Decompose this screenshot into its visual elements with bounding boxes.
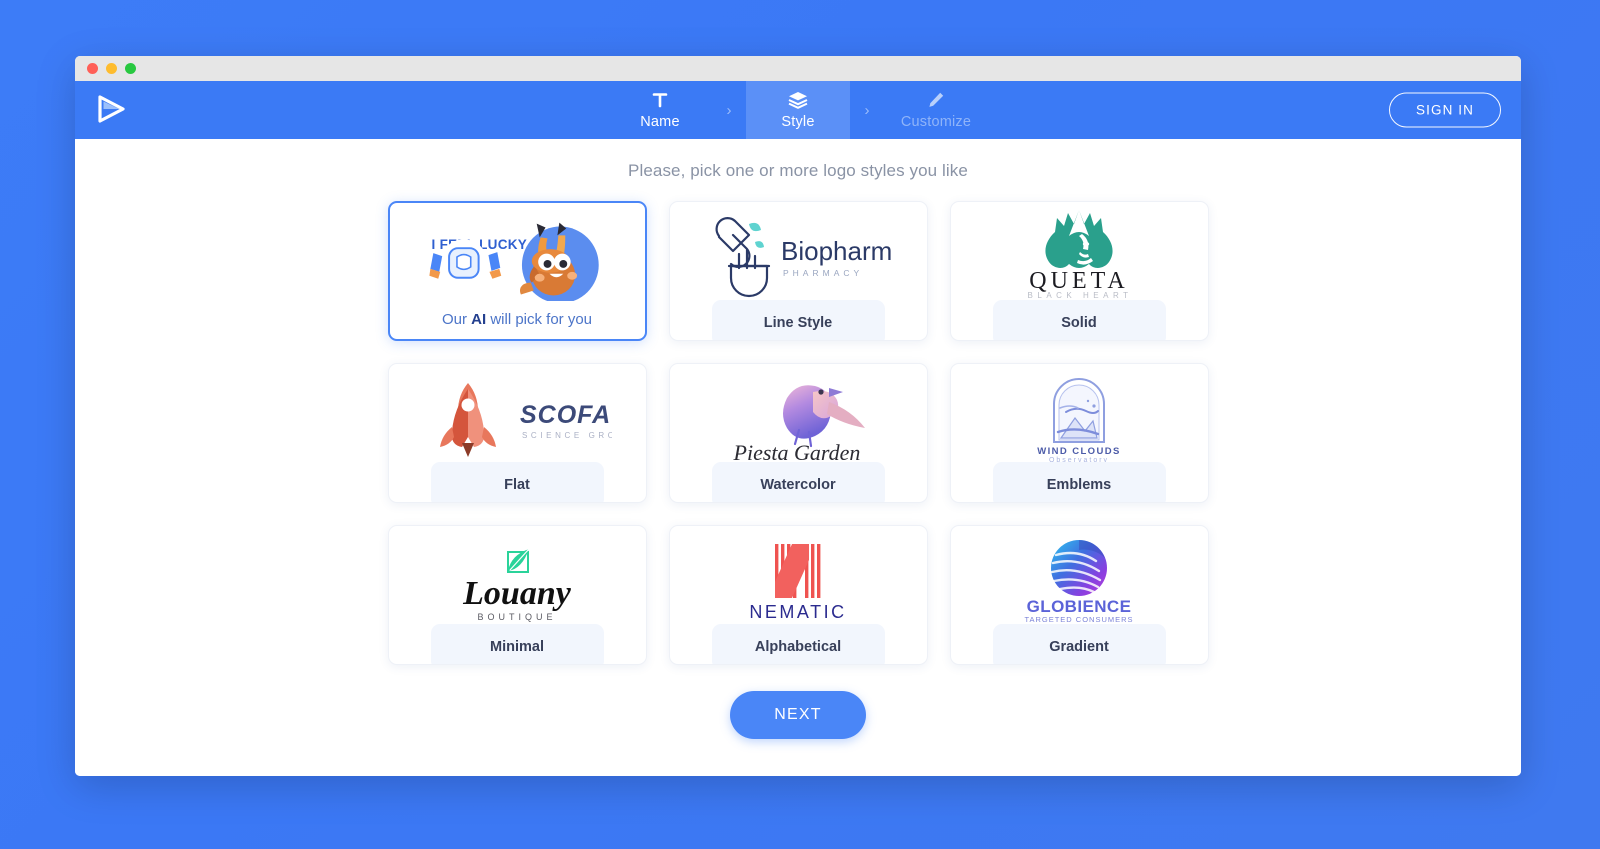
style-card-emblems[interactable]: WIND CLOUDS Observatory Emblems	[949, 363, 1209, 503]
logo-preview-minimal: Louany BOUTIQUE	[389, 526, 646, 630]
style-card-solid[interactable]: QUETA BLACK HEART Solid	[949, 201, 1209, 341]
logo-name-watercolor: Piesta Garden	[733, 440, 861, 464]
style-card-label-watercolor: Watercolor	[711, 462, 885, 502]
style-card-label-emblems: Emblems	[992, 462, 1166, 502]
step-separator-2: ›	[864, 101, 870, 119]
page-prompt: Please, pick one or more logo styles you…	[628, 161, 968, 180]
logo-name-line-style: Biopharm	[781, 236, 892, 266]
brand-logo[interactable]	[75, 81, 315, 139]
style-card-label-alphabetical: Alphabetical	[711, 624, 885, 664]
lucky-footer-prefix: Our	[441, 311, 472, 328]
logo-name-emblems: WIND CLOUDS	[1037, 446, 1120, 457]
browser-window: Name › Style › Customize SIGN IN Please,…	[75, 56, 1521, 776]
logo-preview-emblems: WIND CLOUDS Observatory	[951, 364, 1208, 468]
nav-step-style-label: Style	[781, 114, 815, 130]
style-card-label-line-style: Line Style	[711, 300, 885, 340]
close-window-button[interactable]	[87, 63, 98, 74]
style-card-minimal[interactable]: Louany BOUTIQUE Minimal	[387, 525, 647, 665]
play-triangle-logo-icon	[93, 92, 129, 128]
text-t-icon	[651, 90, 669, 110]
lucky-footer-bold: AI	[471, 311, 487, 328]
step-separator-1: ›	[726, 101, 732, 119]
logo-preview-alphabetical: NEMATIC	[670, 526, 927, 630]
sign-in-button[interactable]: SIGN IN	[1389, 92, 1501, 128]
style-card-alphabetical[interactable]: NEMATIC Alphabetical	[668, 525, 928, 665]
logo-preview-gradient: GLOBIENCE TARGETED CONSUMERS	[951, 526, 1208, 630]
mascot-dog-with-robot-icon	[390, 221, 645, 304]
logo-preview-solid: QUETA BLACK HEART	[951, 202, 1208, 306]
nav-step-style[interactable]: Style	[746, 81, 850, 139]
style-card-label-minimal: Minimal	[430, 624, 604, 664]
style-card-line-style[interactable]: Biopharm PHARMACY Line Style	[668, 201, 928, 341]
logo-preview-watercolor: Piesta Garden	[670, 364, 927, 468]
nav-step-name[interactable]: Name	[608, 81, 712, 139]
nav-step-customize-label: Customize	[900, 114, 972, 130]
next-button[interactable]: NEXT	[730, 691, 866, 739]
lucky-card-body: I FEEL LUCKY ! Our AI will pick for you	[390, 203, 645, 339]
app-header: Name › Style › Customize SIGN IN	[75, 81, 1521, 139]
minimize-window-button[interactable]	[106, 63, 117, 74]
maximize-window-button[interactable]	[125, 63, 136, 74]
logo-tagline-solid: BLACK HEART	[1028, 291, 1133, 300]
style-card-gradient[interactable]: GLOBIENCE TARGETED CONSUMERS Gradient	[949, 525, 1209, 665]
pencil-icon	[927, 90, 945, 110]
style-card-label-flat: Flat	[430, 462, 604, 502]
next-button-wrap: NEXT	[730, 691, 866, 739]
logo-name-alphabetical: NEMATIC	[749, 602, 846, 622]
style-card-watercolor[interactable]: Piesta Garden Watercolor	[668, 363, 928, 503]
logo-name-minimal: Louany	[462, 575, 572, 612]
style-grid: I FEEL LUCKY ! Our AI will pick for you …	[387, 201, 1209, 665]
logo-preview-flat: SCOFA SCIENCE GROUP	[389, 364, 646, 468]
style-card-label-solid: Solid	[992, 300, 1166, 340]
nav-step-customize[interactable]: Customize	[884, 81, 988, 139]
layers-icon	[788, 90, 808, 110]
main-content: Please, pick one or more logo styles you…	[75, 139, 1521, 776]
style-card-label-gradient: Gradient	[992, 624, 1166, 664]
logo-tagline-line-style: PHARMACY	[783, 268, 863, 278]
window-titlebar	[75, 56, 1521, 81]
logo-name-flat: SCOFA	[520, 401, 611, 429]
logo-tagline-gradient: TARGETED CONSUMERS	[1024, 615, 1133, 624]
style-card-flat[interactable]: SCOFA SCIENCE GROUP Flat	[387, 363, 647, 503]
style-card-lucky[interactable]: I FEEL LUCKY ! Our AI will pick for you	[387, 201, 647, 341]
logo-preview-line-style: Biopharm PHARMACY	[670, 202, 927, 306]
logo-tagline-minimal: BOUTIQUE	[477, 612, 556, 622]
step-navigation: Name › Style › Customize	[608, 81, 988, 139]
logo-tagline-flat: SCIENCE GROUP	[522, 431, 612, 440]
lucky-footer: Our AI will pick for you	[390, 311, 645, 328]
logo-name-gradient: GLOBIENCE	[1027, 597, 1132, 616]
nav-step-name-label: Name	[640, 114, 680, 130]
lucky-footer-suffix: will pick for you	[486, 311, 593, 328]
